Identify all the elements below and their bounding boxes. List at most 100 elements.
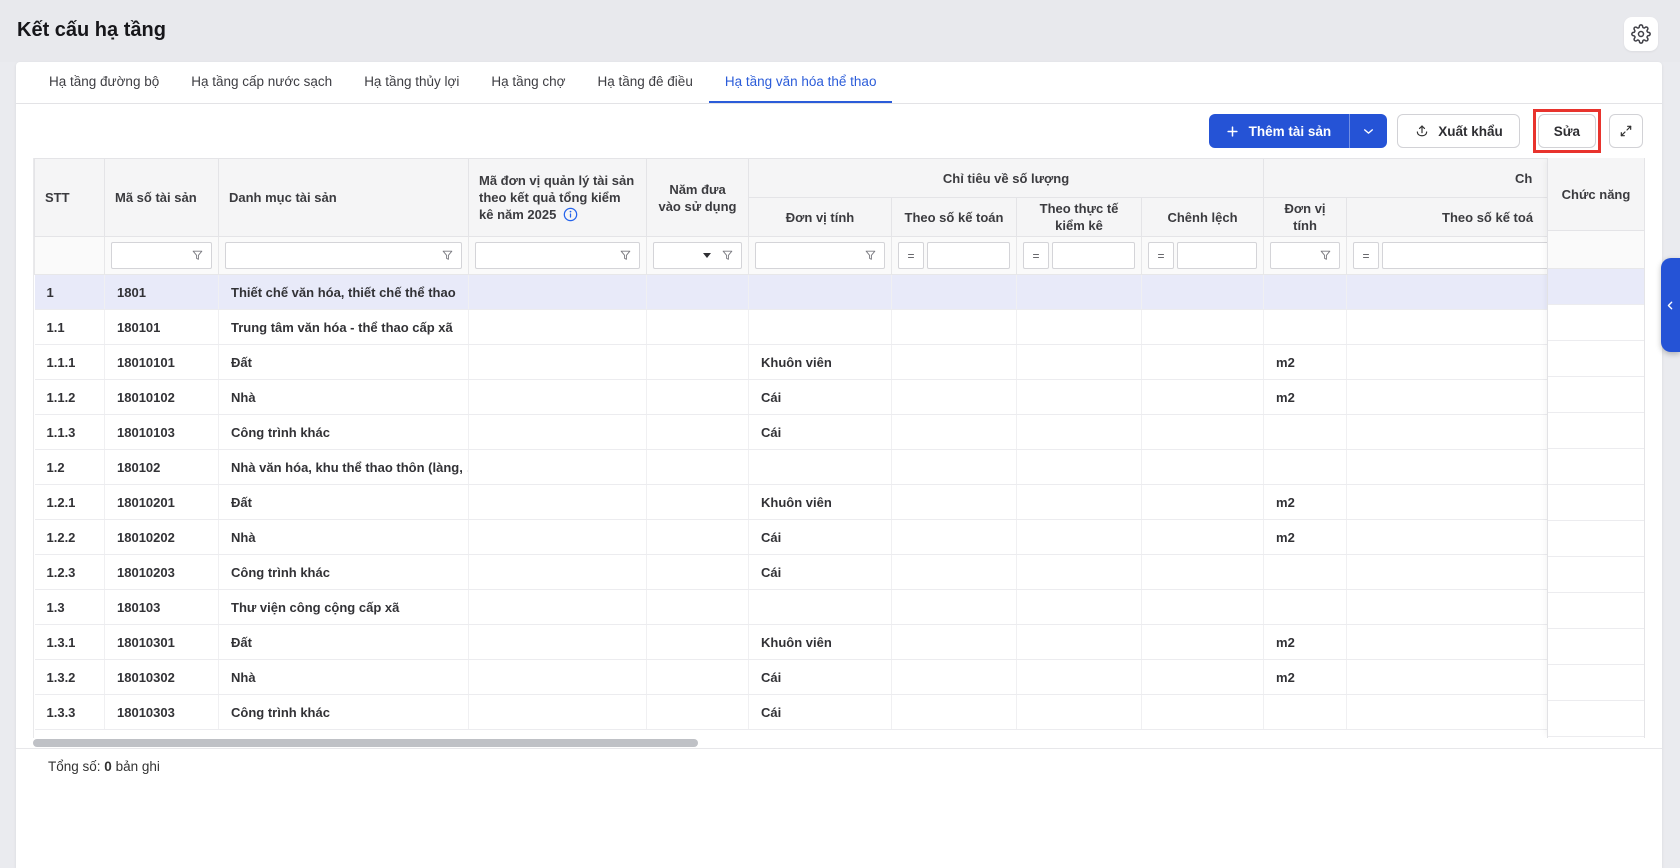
filter-cell-empty [35, 237, 105, 275]
filter-mgmt-unit-code-input[interactable] [483, 249, 619, 263]
filter-difference-input[interactable] [1185, 249, 1249, 263]
funnel-icon[interactable] [441, 249, 454, 262]
cell-empty [647, 520, 749, 555]
table-row[interactable]: 1.3.2 18010302 Nhà Cái m2 [35, 660, 1646, 695]
cell-empty [469, 275, 647, 310]
cell-empty [647, 415, 749, 450]
equals-operator[interactable]: = [1148, 242, 1174, 269]
cell-unit-2 [1264, 590, 1347, 625]
year-filter-select[interactable] [653, 242, 742, 269]
export-button[interactable]: Xuất khẩu [1397, 114, 1520, 148]
filter-cell-mgmt-unit-code [469, 237, 647, 275]
equals-operator[interactable]: = [898, 242, 924, 269]
table-row[interactable]: 1.2.1 18010201 Đất Khuôn viên m2 [35, 485, 1646, 520]
cell-empty [469, 415, 647, 450]
edit-button[interactable]: Sửa [1538, 114, 1596, 148]
cell-empty [647, 660, 749, 695]
cell-empty [1347, 345, 1562, 380]
funnel-icon[interactable] [721, 249, 734, 262]
filter-asset-category-input[interactable] [233, 249, 441, 263]
filter-cell-by-accounting-2: = [1347, 237, 1562, 275]
table-row[interactable]: 1.3.3 18010303 Công trình khác Cái [35, 695, 1646, 730]
cell-empty [1142, 485, 1264, 520]
cell-unit: Cái [749, 380, 892, 415]
tab-ha-tang-cap-nuoc-sach[interactable]: Hạ tầng cấp nước sạch [175, 62, 348, 103]
cell-function [1548, 377, 1644, 413]
cell-empty [892, 485, 1017, 520]
cell-empty [892, 695, 1017, 730]
cell-function [1548, 485, 1644, 521]
cell-empty [892, 275, 1017, 310]
table-row[interactable]: 1.2.2 18010202 Nhà Cái m2 [35, 520, 1646, 555]
table-row[interactable]: 1 1801 Thiết chế văn hóa, thiết chế thể … [35, 275, 1646, 310]
cell-empty [1017, 310, 1142, 345]
funnel-icon[interactable] [619, 249, 632, 262]
tab-ha-tang-cho[interactable]: Hạ tầng chợ [475, 62, 581, 103]
cell-empty [1017, 590, 1142, 625]
asset-table: STT Mã số tài sản Danh mục tài sản Mã đơ… [33, 158, 1645, 738]
column-header-unit: Đơn vị tính [749, 198, 892, 237]
tab-ha-tang-thuy-loi[interactable]: Hạ tầng thủy lợi [348, 62, 475, 103]
add-asset-button[interactable]: Thêm tài sản [1209, 114, 1350, 148]
equals-operator[interactable]: = [1023, 242, 1049, 269]
cell-stt: 1.2.2 [35, 520, 105, 555]
cell-empty [892, 415, 1017, 450]
table-row[interactable]: 1.3.1 18010301 Đất Khuôn viên m2 [35, 625, 1646, 660]
cell-empty [1017, 625, 1142, 660]
settings-button[interactable] [1624, 17, 1658, 51]
funnel-icon[interactable] [1319, 249, 1332, 262]
top-bar: Kết cấu hạ tầng [0, 0, 1680, 62]
cell-asset-name: Thiết chế văn hóa, thiết chế thể thao [219, 275, 469, 310]
filter-cell-by-actual: = [1017, 237, 1142, 275]
filter-cell-by-accounting: = [892, 237, 1017, 275]
table-row[interactable]: 1.1.1 18010101 Đất Khuôn viên m2 [35, 345, 1646, 380]
filter-unit-2-input[interactable] [1278, 249, 1319, 263]
cell-empty [647, 450, 749, 485]
cell-empty [1142, 695, 1264, 730]
cell-empty [1142, 660, 1264, 695]
cell-empty [647, 310, 749, 345]
table-row[interactable]: 1.2.3 18010203 Công trình khác Cái [35, 555, 1646, 590]
cell-empty [1017, 555, 1142, 590]
cell-empty [1347, 555, 1562, 590]
table-row[interactable]: 1.2 180102 Nhà văn hóa, khu thể thao thô… [35, 450, 1646, 485]
filter-asset-code-input[interactable] [119, 249, 191, 263]
cell-unit-2 [1264, 695, 1347, 730]
table-row[interactable]: 1.1 180101 Trung tâm văn hóa - thể thao … [35, 310, 1646, 345]
funnel-icon[interactable] [191, 249, 204, 262]
column-header-asset-code: Mã số tài sản [105, 159, 219, 237]
filter-by-accounting-2-input[interactable] [1390, 249, 1547, 263]
cell-empty [469, 590, 647, 625]
tab-ha-tang-van-hoa-the-thao[interactable]: Hạ tầng văn hóa thể thao [709, 62, 893, 103]
fullscreen-button[interactable] [1609, 114, 1643, 148]
cell-empty [469, 310, 647, 345]
filter-by-accounting-input[interactable] [935, 249, 1002, 263]
table-row[interactable]: 1.1.2 18010102 Nhà Cái m2 [35, 380, 1646, 415]
filter-by-actual-input[interactable] [1060, 249, 1127, 263]
filter-unit-input[interactable] [763, 249, 864, 263]
cell-unit-2 [1264, 450, 1347, 485]
equals-operator[interactable]: = [1353, 242, 1379, 269]
caret-down-icon[interactable] [703, 253, 711, 258]
cell-asset-name: Đất [219, 485, 469, 520]
filter-cell-year [647, 237, 749, 275]
add-asset-more-button[interactable] [1349, 114, 1387, 148]
cell-empty [647, 485, 749, 520]
edit-button-wrap: Sửa [1538, 114, 1596, 148]
side-panel-toggle[interactable] [1661, 258, 1680, 352]
info-icon[interactable] [563, 207, 578, 222]
horizontal-scrollbar-thumb[interactable] [33, 739, 698, 747]
chevron-down-icon [1362, 125, 1375, 138]
cell-asset-name: Công trình khác [219, 415, 469, 450]
filter-year-input[interactable] [661, 249, 703, 263]
column-header-asset-category: Danh mục tài sản [219, 159, 469, 237]
tab-ha-tang-de-dieu[interactable]: Hạ tầng đê điều [582, 62, 709, 103]
table-row[interactable]: 1.3 180103 Thư viện công cộng cấp xã [35, 590, 1646, 625]
table-row[interactable]: 1.1.3 18010103 Công trình khác Cái [35, 415, 1646, 450]
column-header-difference: Chênh lệch [1142, 198, 1264, 237]
tab-ha-tang-duong-bo[interactable]: Hạ tầng đường bộ [33, 62, 175, 103]
cell-unit-2: m2 [1264, 660, 1347, 695]
total-unit: bản ghi [116, 759, 160, 774]
cell-function [1548, 413, 1644, 449]
funnel-icon[interactable] [864, 249, 877, 262]
